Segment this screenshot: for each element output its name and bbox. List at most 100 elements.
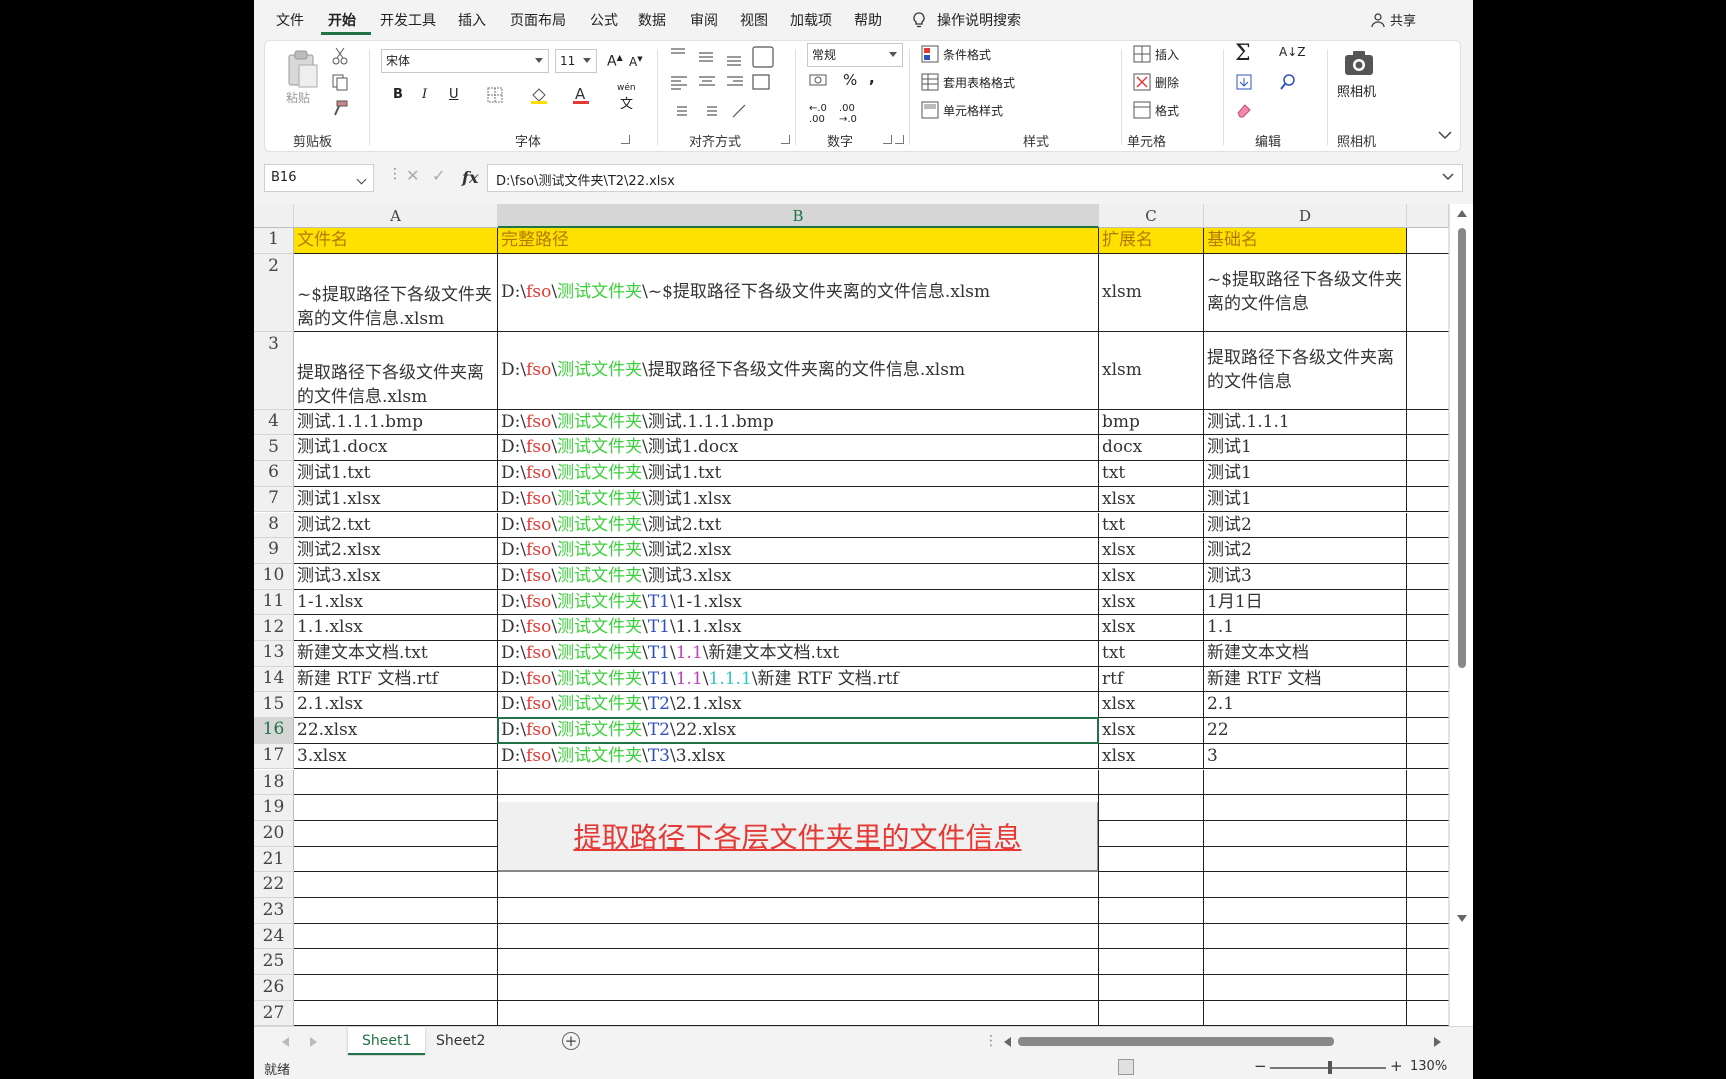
table-format-button[interactable]: 套用表格格式	[943, 74, 1015, 91]
number-dialog-launcher[interactable]	[895, 135, 904, 144]
cell-e10[interactable]	[1407, 563, 1449, 590]
cell-d25[interactable]	[1204, 949, 1407, 976]
row-header-18[interactable]: 18	[254, 769, 294, 796]
cell-e4[interactable]	[1407, 409, 1449, 436]
cell-a21[interactable]	[294, 846, 498, 873]
cell-b26[interactable]	[498, 975, 1099, 1001]
cell-c16[interactable]: xlsx	[1099, 718, 1204, 744]
scroll-left-icon[interactable]	[1004, 1037, 1011, 1047]
delete-cells-button[interactable]: 删除	[1155, 74, 1179, 91]
cell-b18[interactable]	[498, 769, 1099, 796]
row-header-4[interactable]: 4	[254, 409, 294, 436]
cell-b6[interactable]: D:\fso\测试文件夹\测试1.txt	[498, 461, 1099, 487]
cell-d18[interactable]	[1204, 769, 1407, 796]
cell-c27[interactable]	[1099, 1000, 1204, 1026]
cell-e24[interactable]	[1407, 923, 1449, 950]
cell-d9[interactable]: 测试2	[1204, 538, 1407, 564]
alignment-dialog-launcher[interactable]	[781, 135, 790, 144]
cell-a1[interactable]: 文件名	[294, 228, 498, 254]
cell-e17[interactable]	[1407, 743, 1449, 770]
cell-a20[interactable]	[294, 820, 498, 847]
cell-d23[interactable]	[1204, 898, 1407, 924]
accounting-format-icon[interactable]	[809, 73, 829, 89]
insert-cells-button[interactable]: 插入	[1155, 46, 1179, 63]
cell-e18[interactable]	[1407, 769, 1449, 796]
row-header-22[interactable]: 22	[254, 872, 294, 898]
cell-b12[interactable]: D:\fso\测试文件夹\T1\1.1.xlsx	[498, 615, 1099, 641]
sheet-tab-2[interactable]: Sheet2	[422, 1027, 499, 1055]
cell-b3[interactable]: D:\fso\测试文件夹\提取路径下各级文件夹离的文件信息.xlsm	[498, 331, 1099, 410]
camera-icon[interactable]	[1343, 49, 1375, 77]
underline-button[interactable]: U	[449, 87, 459, 102]
cell-d22[interactable]	[1204, 872, 1407, 898]
cell-d8[interactable]: 测试2	[1204, 512, 1407, 539]
cell-e8[interactable]	[1407, 512, 1449, 539]
cell-a4[interactable]: 测试.1.1.1.bmp	[294, 409, 498, 436]
vertical-scroll-thumb[interactable]	[1458, 228, 1466, 668]
cell-a27[interactable]	[294, 1000, 498, 1026]
zoom-level[interactable]: 130%	[1410, 1059, 1447, 1074]
cell-c2[interactable]: xlsm	[1099, 253, 1204, 332]
row-header-25[interactable]: 25	[254, 949, 294, 976]
row-header-7[interactable]: 7	[254, 486, 294, 513]
cell-d6[interactable]: 测试1	[1204, 461, 1407, 487]
cell-a5[interactable]: 测试1.docx	[294, 435, 498, 462]
cell-a25[interactable]	[294, 949, 498, 976]
cell-e12[interactable]	[1407, 615, 1449, 641]
cell-styles-icon[interactable]	[921, 101, 939, 119]
cell-c3[interactable]: xlsm	[1099, 331, 1204, 410]
vertical-scrollbar[interactable]	[1449, 204, 1473, 1026]
find-select-icon[interactable]	[1279, 73, 1297, 91]
cell-b10[interactable]: D:\fso\测试文件夹\测试3.xlsx	[498, 563, 1099, 590]
scroll-down-icon[interactable]	[1457, 915, 1467, 922]
cell-b14[interactable]: D:\fso\测试文件夹\T1\1.1\1.1.1\新建 RTF 文档.rtf	[498, 666, 1099, 693]
insert-function-icon[interactable]: fx	[462, 168, 478, 187]
clipboard-dialog-launcher[interactable]	[621, 135, 630, 144]
cell-d26[interactable]	[1204, 975, 1407, 1001]
cell-c6[interactable]: txt	[1099, 461, 1204, 487]
cell-b17[interactable]: D:\fso\测试文件夹\T3\3.xlsx	[498, 743, 1099, 770]
cell-b23[interactable]	[498, 898, 1099, 924]
menu-item-6[interactable]: 数据	[638, 10, 666, 30]
cell-b9[interactable]: D:\fso\测试文件夹\测试2.xlsx	[498, 538, 1099, 564]
cell-d5[interactable]: 测试1	[1204, 435, 1407, 462]
zoom-out-icon[interactable]: −	[1254, 1057, 1267, 1075]
cell-d19[interactable]	[1204, 795, 1407, 821]
clear-icon[interactable]	[1235, 101, 1253, 119]
menu-item-2[interactable]: 开发工具	[380, 10, 436, 30]
expand-formula-icon[interactable]	[1442, 172, 1454, 182]
sheet-tab-1[interactable]: Sheet1	[348, 1027, 426, 1055]
extract-files-macro-button[interactable]: 提取路径下各层文件夹里的文件信息	[498, 802, 1098, 872]
cell-c23[interactable]	[1099, 898, 1204, 924]
cell-b2[interactable]: D:\fso\测试文件夹\~$提取路径下各级文件夹离的文件信息.xlsm	[498, 253, 1099, 332]
cell-b1[interactable]: 完整路径	[498, 228, 1099, 254]
cell-e25[interactable]	[1407, 949, 1449, 976]
cell-c22[interactable]	[1099, 872, 1204, 898]
cell-e22[interactable]	[1407, 872, 1449, 898]
cell-c10[interactable]: xlsx	[1099, 563, 1204, 590]
phonetic-icon[interactable]: wén	[617, 83, 636, 93]
cell-c18[interactable]	[1099, 769, 1204, 796]
cell-e26[interactable]	[1407, 975, 1449, 1001]
sort-filter-icon[interactable]: A↓Z	[1279, 45, 1305, 59]
menu-item-7[interactable]: 审阅	[690, 10, 718, 30]
cell-c14[interactable]: rtf	[1099, 666, 1204, 693]
percent-button[interactable]: %	[843, 71, 857, 89]
cell-d20[interactable]	[1204, 820, 1407, 847]
cell-e13[interactable]	[1407, 641, 1449, 667]
lightbulb-icon[interactable]	[910, 11, 928, 29]
menu-item-5[interactable]: 公式	[590, 10, 618, 30]
number-format-dropdown[interactable]: 常规	[807, 43, 903, 67]
row-header-9[interactable]: 9	[254, 538, 294, 564]
cell-d16[interactable]: 22	[1204, 718, 1407, 744]
font-dialog-launcher[interactable]	[883, 135, 892, 144]
tab-split-grip-icon[interactable]: ⋮	[984, 1033, 998, 1049]
conditional-format-button[interactable]: 条件格式	[943, 46, 991, 63]
share-button[interactable]: 共享	[1390, 10, 1416, 29]
paste-icon[interactable]	[285, 49, 321, 89]
cell-a24[interactable]	[294, 923, 498, 950]
cell-d4[interactable]: 测试.1.1.1	[1204, 409, 1407, 436]
cell-b13[interactable]: D:\fso\测试文件夹\T1\1.1\新建文本文档.txt	[498, 641, 1099, 667]
font-name-dropdown[interactable]: 宋体	[381, 49, 549, 73]
menu-item-0[interactable]: 文件	[276, 10, 304, 30]
